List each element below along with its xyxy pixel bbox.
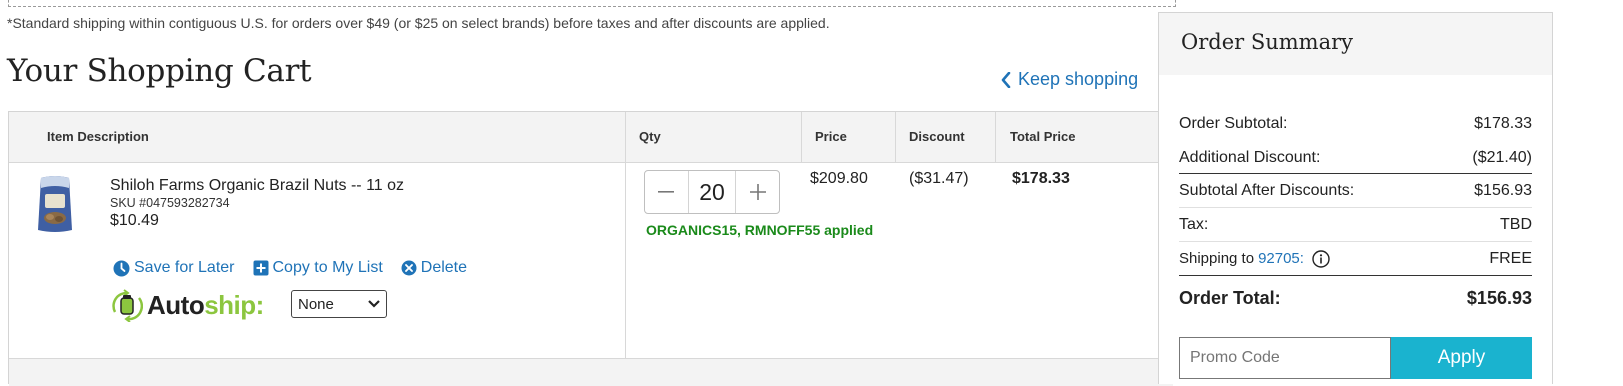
apply-promo-button[interactable]: Apply (1391, 337, 1532, 379)
product-sku: SKU #047593282734 (110, 196, 230, 210)
autoship-logo-icon (112, 289, 143, 322)
column-header-item-description: Item Description (47, 129, 149, 144)
shipping-zip-link[interactable]: 92705: (1258, 250, 1304, 267)
chevron-down-icon (368, 300, 380, 308)
tax-value: TBD (1500, 215, 1532, 233)
copy-to-my-list-label: Copy to My List (272, 259, 383, 276)
autoship-label-ship: ship: (204, 289, 264, 320)
save-for-later-label: Save for Later (134, 259, 235, 276)
column-header-qty: Qty (639, 129, 661, 144)
shipping-label: Shipping to 92705: (1179, 249, 1330, 268)
subtotal-after-discounts-row: Subtotal After Discounts: $156.93 (1179, 175, 1532, 208)
copy-to-my-list-button[interactable]: Copy to My List (253, 259, 383, 277)
promo-code-input[interactable] (1179, 337, 1391, 379)
info-icon[interactable] (1312, 249, 1330, 268)
column-header-total-price: Total Price (1010, 129, 1076, 144)
shipping-row: Shipping to 92705: FREE (1179, 242, 1532, 276)
additional-discount-label: Additional Discount: (1179, 149, 1321, 166)
plus-square-icon (253, 260, 268, 276)
minus-icon (658, 191, 675, 193)
item-total-price: $178.33 (1012, 170, 1070, 187)
item-price: $209.80 (810, 170, 868, 187)
column-header-discount: Discount (909, 129, 965, 144)
decrease-quantity-button[interactable] (645, 171, 688, 213)
order-subtotal-value: $178.33 (1474, 115, 1532, 132)
cart-table: Item Description Qty Price Discount Tota… (8, 111, 1174, 386)
column-divider (625, 112, 626, 358)
autoship-label: Autoship: (147, 290, 264, 321)
shipping-note: *Standard shipping within contiguous U.S… (7, 15, 830, 31)
tax-row: Tax: TBD (1179, 208, 1532, 242)
product-unit-price: $10.49 (110, 212, 159, 229)
quantity-input[interactable]: 20 (687, 171, 737, 213)
shipping-label-text: Shipping to (1179, 250, 1255, 267)
shipping-banner-border (8, 0, 1176, 7)
column-header-price: Price (815, 129, 847, 144)
order-total-value: $156.93 (1466, 287, 1532, 308)
quantity-stepper: 20 (644, 170, 780, 214)
column-divider (801, 112, 802, 162)
clock-icon (113, 260, 130, 276)
order-total-label: Order Total: (1179, 287, 1281, 308)
autoship-label-auto: Auto (147, 289, 205, 320)
order-summary-panel: Order Summary Order Subtotal: $178.33 Ad… (1158, 12, 1553, 384)
autoship-control: Autoship: None (111, 288, 387, 322)
subtotal-after-discounts-value: $156.93 (1474, 182, 1532, 199)
delete-button[interactable]: Delete (401, 259, 467, 277)
increase-quantity-button[interactable] (736, 171, 779, 213)
delete-label: Delete (420, 259, 468, 276)
additional-discount-row: Additional Discount: ($21.40) (1179, 143, 1532, 174)
plus-icon (749, 184, 766, 200)
order-subtotal-label: Order Subtotal: (1179, 115, 1288, 132)
additional-discount-value: ($21.40) (1472, 149, 1532, 166)
cart-table-header: Item Description Qty Price Discount Tota… (9, 112, 1173, 163)
page-title: Your Shopping Cart (7, 53, 312, 89)
product-name-link[interactable]: Shiloh Farms Organic Brazil Nuts -- 11 o… (110, 177, 404, 195)
chevron-left-icon (1001, 71, 1011, 88)
save-for-later-button[interactable]: Save for Later (113, 259, 235, 277)
order-summary-title: Order Summary (1181, 30, 1353, 54)
close-circle-icon (401, 260, 417, 276)
order-total-row: Order Total: $156.93 (1179, 281, 1532, 315)
item-discount: ($31.47) (909, 170, 969, 187)
order-subtotal-row: Order Subtotal: $178.33 (1179, 111, 1532, 137)
autoship-selected-value: None (298, 295, 334, 313)
promo-applied-note: ORGANICS15, RMNOFF55 applied (646, 222, 874, 238)
shipping-value: FREE (1489, 249, 1532, 267)
subtotal-after-discounts-label: Subtotal After Discounts: (1179, 182, 1355, 199)
order-summary-header: Order Summary (1159, 13, 1552, 75)
cart-table-footer (9, 358, 1173, 386)
autoship-frequency-select[interactable]: None (291, 290, 387, 318)
column-divider (995, 112, 996, 162)
keep-shopping-label: Keep shopping (1018, 69, 1139, 89)
keep-shopping-link[interactable]: Keep shopping (1000, 69, 1138, 90)
tax-label: Tax: (1179, 215, 1209, 233)
item-actions: Save for Later Copy to My List Delete (113, 259, 485, 277)
product-image[interactable] (35, 174, 75, 234)
column-divider (895, 112, 896, 162)
